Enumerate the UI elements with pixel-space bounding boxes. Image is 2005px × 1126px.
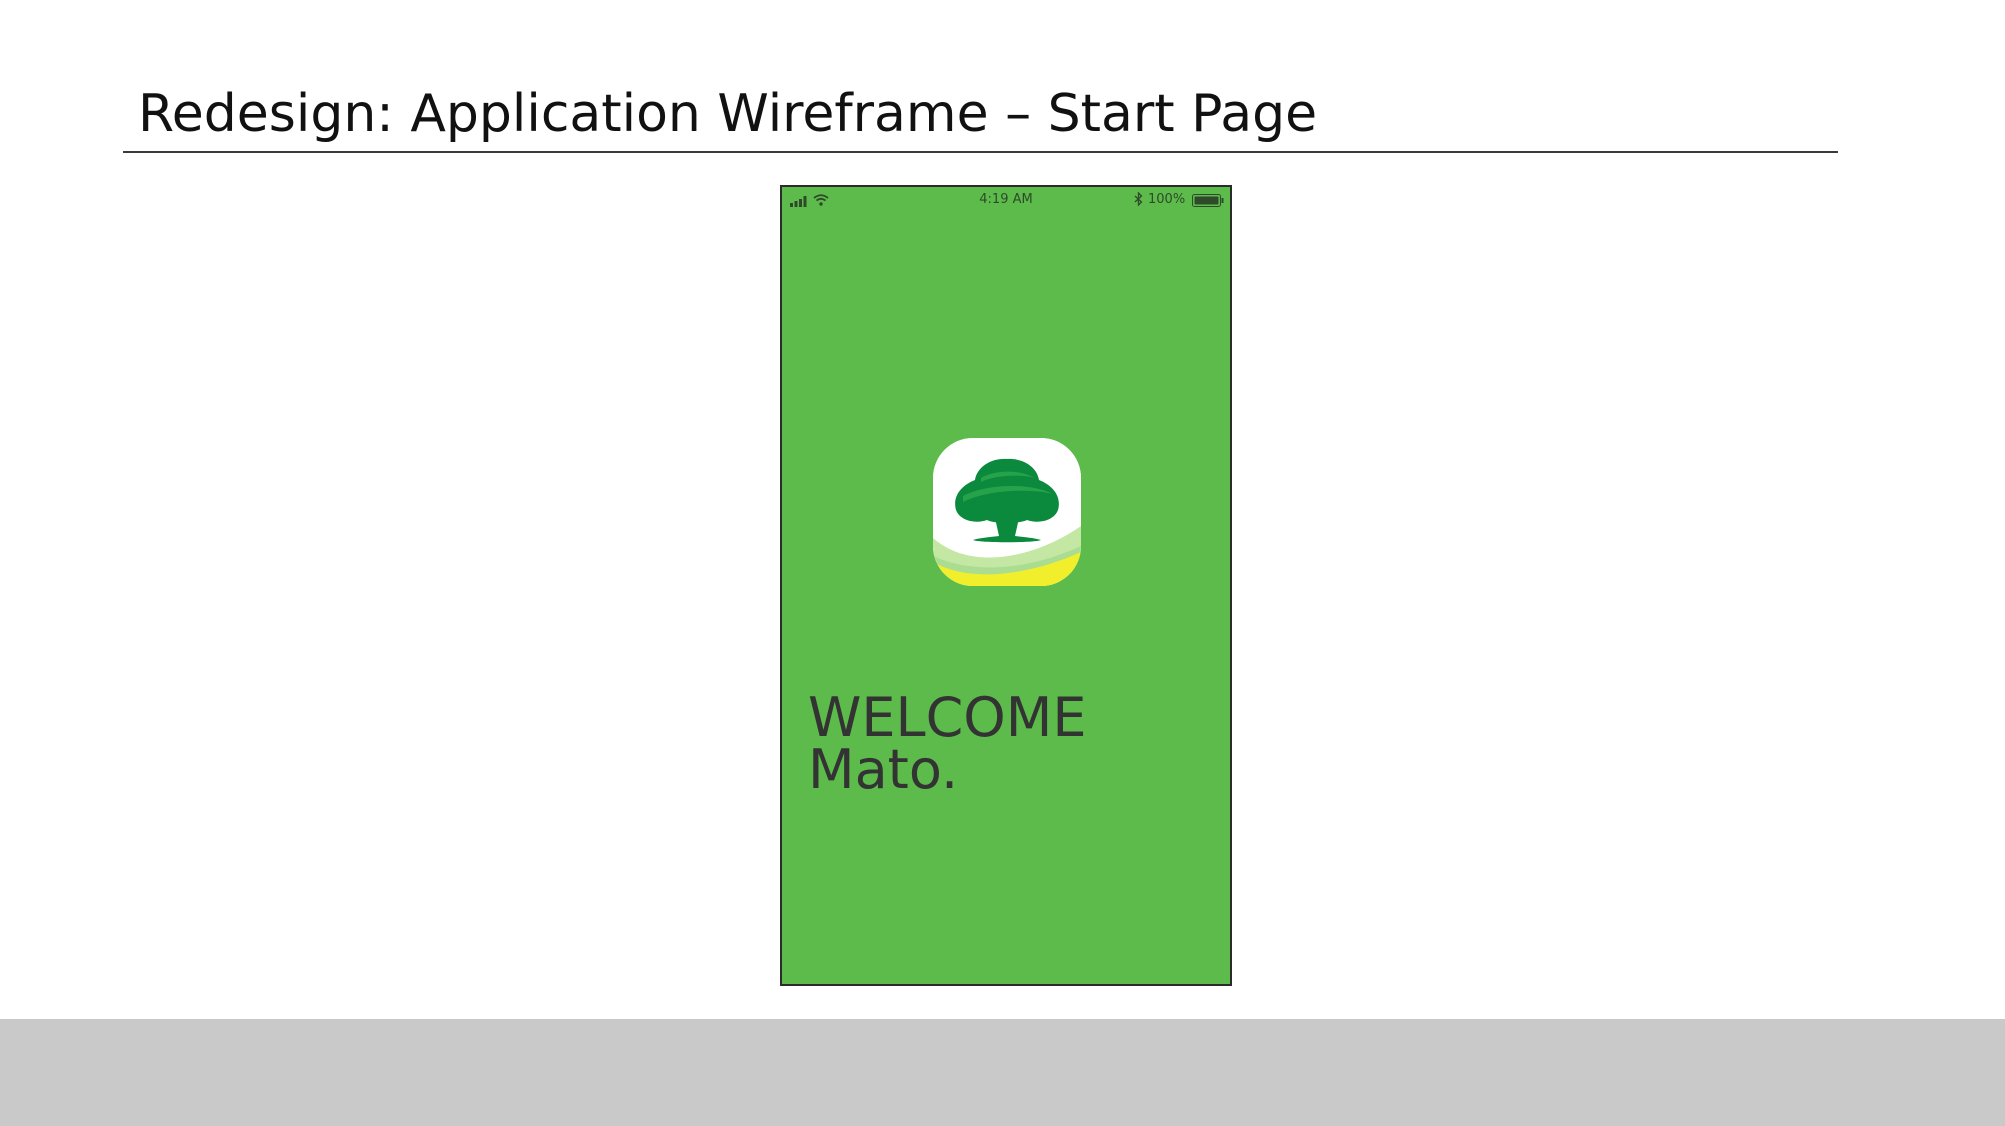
slide-title: Redesign: Application Wireframe – Start … bbox=[138, 84, 1318, 144]
tree-logo-icon bbox=[933, 438, 1081, 586]
title-divider bbox=[123, 151, 1838, 153]
welcome-app-name: Mato. bbox=[808, 738, 959, 801]
battery-percent: 100% bbox=[1148, 192, 1186, 207]
bluetooth-icon bbox=[1134, 192, 1143, 206]
welcome-message: WELCOME Mato. bbox=[808, 686, 1087, 801]
footer-band bbox=[0, 1019, 2005, 1126]
welcome-heading: WELCOME bbox=[808, 686, 1087, 749]
phone-wireframe: 4:19 AM 100% WELCOME Mato. bbox=[780, 185, 1232, 986]
status-bar: 4:19 AM 100% bbox=[782, 187, 1230, 211]
app-logo bbox=[933, 438, 1081, 586]
battery-icon bbox=[1192, 194, 1224, 207]
